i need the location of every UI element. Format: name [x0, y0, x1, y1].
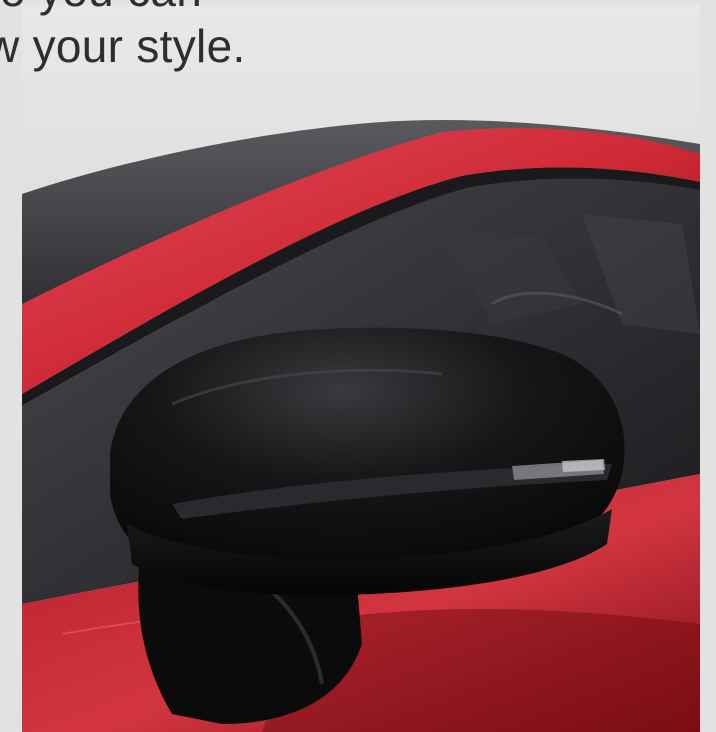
right-margin: [700, 0, 716, 732]
left-margin: [0, 0, 22, 732]
car-mirror-photo: [22, 4, 700, 732]
headline-text: o you can w your style.: [0, 0, 246, 74]
hero-canvas: o you can w your style.: [0, 0, 716, 732]
headline-line-1: o you can: [0, 0, 246, 18]
headline-line-2: w your style.: [0, 20, 246, 72]
